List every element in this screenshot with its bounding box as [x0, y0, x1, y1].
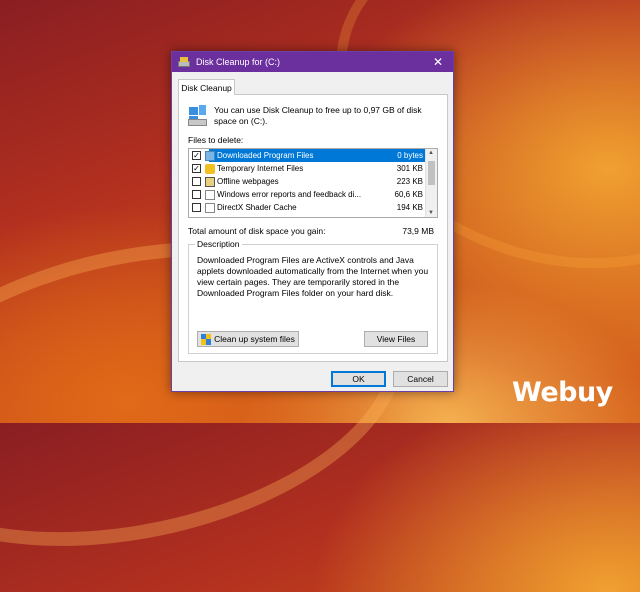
checkbox[interactable]: [192, 177, 201, 186]
list-item[interactable]: Windows error reports and feedback di...…: [189, 188, 437, 201]
files-list[interactable]: ✓ Downloaded Program Files 0 bytes ✓ Tem…: [188, 148, 438, 218]
file-icon: [205, 189, 215, 200]
offline-webpage-icon: [205, 176, 215, 187]
list-item[interactable]: ✓ Temporary Internet Files 301 KB: [189, 162, 437, 175]
checkbox[interactable]: ✓: [192, 164, 201, 173]
checkbox[interactable]: ✓: [192, 151, 201, 160]
info-block: You can use Disk Cleanup to free up to 0…: [188, 105, 428, 127]
shield-icon: [201, 333, 212, 345]
tab-disk-cleanup[interactable]: Disk Cleanup: [178, 79, 235, 95]
info-text: You can use Disk Cleanup to free up to 0…: [214, 105, 422, 126]
ok-button[interactable]: OK: [331, 371, 386, 387]
cancel-button[interactable]: Cancel: [393, 371, 448, 387]
description-legend: Description: [195, 239, 242, 249]
view-files-button[interactable]: View Files: [364, 331, 428, 347]
window-title: Disk Cleanup for (C:): [196, 57, 281, 67]
checkbox[interactable]: [192, 203, 201, 212]
scroll-down-icon[interactable]: ▼: [428, 210, 434, 216]
list-item[interactable]: ✓ Downloaded Program Files 0 bytes: [189, 149, 437, 162]
disk-cleanup-icon: [178, 57, 190, 67]
close-button[interactable]: ✕: [423, 52, 453, 72]
description-text: Downloaded Program Files are ActiveX con…: [197, 255, 429, 298]
files-to-delete-label: Files to delete:: [188, 135, 244, 145]
title-bar[interactable]: Disk Cleanup for (C:) ✕: [172, 52, 453, 72]
list-item[interactable]: DirectX Shader Cache 194 KB: [189, 201, 437, 214]
clean-up-system-files-button[interactable]: Clean up system files: [197, 331, 299, 347]
webuy-watermark-logo: Webuy: [512, 377, 613, 408]
disk-cleanup-dialog: Disk Cleanup for (C:) ✕ Disk Cleanup You…: [171, 51, 454, 392]
total-gain-label: Total amount of disk space you gain:: [188, 226, 326, 236]
disk-cleanup-large-icon: [188, 105, 208, 127]
checkbox[interactable]: [192, 190, 201, 199]
folder-icon: [205, 150, 215, 161]
lock-icon: [205, 163, 215, 174]
total-gain: Total amount of disk space you gain: 73,…: [188, 226, 438, 236]
scroll-thumb[interactable]: [428, 161, 435, 185]
scroll-up-icon[interactable]: ▲: [428, 150, 434, 156]
list-item[interactable]: Offline webpages 223 KB: [189, 175, 437, 188]
total-gain-value: 73,9 MB: [402, 226, 434, 236]
file-icon: [205, 202, 215, 213]
close-icon: ✕: [432, 55, 444, 69]
scrollbar[interactable]: ▲ ▼: [425, 149, 437, 217]
